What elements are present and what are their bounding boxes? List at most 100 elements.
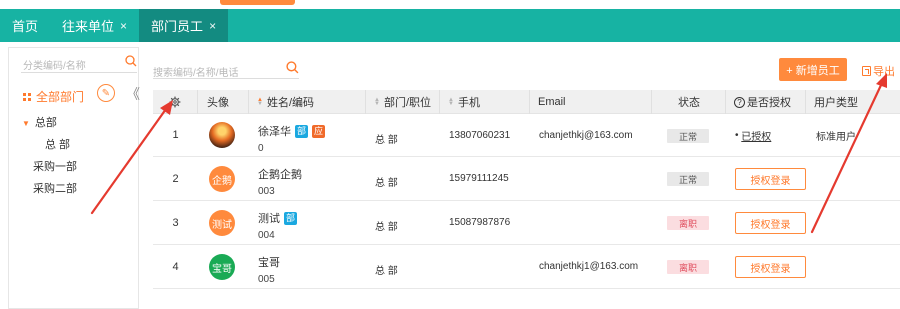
export-button[interactable]: 导出 [862, 63, 895, 79]
grant-login-button[interactable]: 授权登录 [735, 168, 806, 190]
all-departments-label: 全部部门 [36, 90, 85, 104]
tree-node-label: 总 部 [45, 139, 71, 151]
sort-icon[interactable]: ▲ ▼ [374, 97, 380, 107]
avatar [209, 122, 235, 148]
column-header-phone[interactable]: ▲ ▼ 手机 [440, 90, 530, 114]
search-placeholder: 搜索编码/名称/电话 [153, 68, 239, 79]
dept-cell: 总 部 [375, 134, 398, 146]
column-settings-header[interactable] [153, 90, 198, 114]
collapse-left-icon[interactable]: 《 [126, 84, 140, 104]
export-label: 导出 [873, 66, 895, 78]
row-index: 1 [172, 129, 179, 141]
app-tag-badge: 应 [312, 124, 325, 138]
phone-cell: 15979111245 [449, 173, 509, 184]
row-index: 3 [172, 216, 179, 229]
bullet-icon: • [735, 129, 739, 141]
column-header-name[interactable]: ▲ ▼ 姓名/编码 [249, 90, 366, 114]
tree-node-purchasing-2[interactable]: 采购二部 [33, 180, 77, 196]
search-icon[interactable] [286, 61, 299, 74]
status-badge: 正常 [667, 129, 709, 143]
name-code-cell: 宝哥 005 [258, 254, 280, 285]
tab-department-staff[interactable]: 部门员工 × [139, 9, 229, 42]
tab-home[interactable]: 首页 [0, 9, 50, 42]
gear-icon[interactable] [169, 96, 181, 108]
tree-node-label: 采购一部 [33, 161, 77, 173]
email-cell: chanjethkj@163.com [539, 129, 633, 141]
column-label: 是否授权 [747, 97, 791, 109]
auth-status[interactable]: • 已授权 [735, 114, 771, 156]
tree-node-purchasing-1[interactable]: 采购一部 [33, 158, 77, 174]
staff-code: 0 [258, 143, 264, 154]
avatar: 宝哥 [209, 254, 235, 280]
search-icon[interactable] [125, 55, 137, 67]
dept-cell: 总 部 [375, 178, 398, 189]
staff-name: 徐泽华 [258, 126, 291, 138]
table-header: 头像 ▲▼ 姓名/编码 ▲▼ 部门/职位 ▲▼ 手机 Email 状态 ? [153, 90, 900, 114]
grant-login-button[interactable]: 授权登录 [735, 212, 806, 234]
staff-code: 004 [258, 230, 275, 241]
grid-icon [23, 92, 31, 101]
table-row[interactable]: 2 企鹅 企鹅企鹅 003 总 部 15979111245 正常 授权登录 [153, 157, 900, 201]
sort-icon[interactable]: ▲ ▼ [257, 97, 263, 107]
column-label: Email [538, 96, 566, 108]
staff-name: 宝哥 [258, 257, 280, 269]
tab-label: 部门员工 [151, 19, 204, 34]
department-sidebar: 分类编码/名称 全部部门 ✎ 《 ▼ 总部 总 部 采购一部 采购二部 [8, 47, 140, 309]
column-label: 头像 [207, 97, 229, 109]
column-label: 用户类型 [814, 97, 858, 109]
table-row[interactable]: 3 测试 测试 部 004 总 部 15087987876 离职 授权登录 [153, 201, 900, 245]
staff-code: 003 [258, 186, 275, 197]
avatar: 测试 [209, 210, 235, 236]
column-header-email: Email [530, 90, 652, 114]
dept-cell: 总 部 [375, 222, 398, 233]
help-icon[interactable]: ? [734, 96, 745, 108]
column-header-dept[interactable]: ▲ ▼ 部门/职位 [366, 90, 440, 114]
name-code-cell: 测试 部 004 [258, 210, 297, 241]
column-label: 姓名/编码 [266, 97, 315, 109]
tree-node-label: 总部 [34, 117, 57, 129]
column-header-status: 状态 [652, 90, 726, 114]
table-row[interactable]: 1 徐泽华 部 应 0 总 部 13807060231 chanjethkj@1… [153, 114, 900, 157]
row-index: 4 [172, 260, 179, 273]
column-label: 状态 [678, 97, 700, 109]
staff-search-input[interactable]: 搜索编码/名称/电话 [153, 57, 299, 79]
sort-icon[interactable]: ▲ ▼ [448, 97, 454, 107]
table-row[interactable]: 4 宝哥 宝哥 005 总 部 chanjethkj1@163.com 离职 授… [153, 245, 900, 289]
staff-table: 头像 ▲▼ 姓名/编码 ▲▼ 部门/职位 ▲▼ 手机 Email 状态 ? [153, 90, 900, 289]
user-type-cell: 标准用户 [816, 131, 856, 143]
top-orange-tab-stub [220, 0, 295, 5]
tree-node-hq-child[interactable]: 总 部 [45, 136, 70, 152]
phone-cell: 13807060231 [449, 129, 511, 141]
dept-tag-badge: 部 [295, 124, 308, 138]
tree-all-departments[interactable]: 全部部门 [23, 88, 84, 105]
column-label: 手机 [457, 97, 480, 109]
tab-bar: 首页 往来单位 × 部门员工 × [0, 9, 900, 42]
name-code-cell: 企鹅企鹅 003 [258, 166, 302, 197]
status-badge: 离职 [667, 260, 709, 274]
column-header-user-type: 用户类型 [806, 90, 900, 114]
staff-name: 测试 [258, 213, 280, 225]
tree-node-hq[interactable]: ▼ 总部 [22, 114, 57, 130]
export-icon [862, 66, 871, 76]
status-badge: 离职 [667, 216, 709, 230]
close-icon[interactable]: × [120, 19, 127, 33]
auth-status-link[interactable]: 已授权 [741, 128, 771, 143]
search-placeholder: 分类编码/名称 [23, 61, 86, 72]
tab-partners[interactable]: 往来单位 × [50, 9, 139, 42]
caret-down-icon[interactable]: ▼ [22, 119, 30, 128]
tree-node-label: 采购二部 [33, 183, 77, 195]
column-label: 部门/职位 [383, 97, 432, 109]
category-search-input[interactable]: 分类编码/名称 [21, 53, 137, 73]
tab-label: 往来单位 [62, 19, 115, 34]
phone-cell: 15087987876 [449, 217, 511, 228]
app-root: 首页 往来单位 × 部门员工 × 分类编码/名称 全部部门 ✎ 《 ▼ 总部 总… [0, 0, 900, 309]
column-header-avatar: 头像 [198, 90, 249, 114]
dept-tag-badge: 部 [284, 211, 297, 225]
column-header-auth: ? 是否授权 [726, 90, 806, 114]
edit-icon[interactable]: ✎ [97, 84, 115, 102]
staff-name: 企鹅企鹅 [258, 169, 302, 181]
close-icon[interactable]: × [209, 19, 216, 33]
add-staff-button[interactable]: + 新增员工 [779, 58, 847, 81]
grant-login-button[interactable]: 授权登录 [735, 256, 806, 278]
row-index: 2 [172, 172, 179, 185]
